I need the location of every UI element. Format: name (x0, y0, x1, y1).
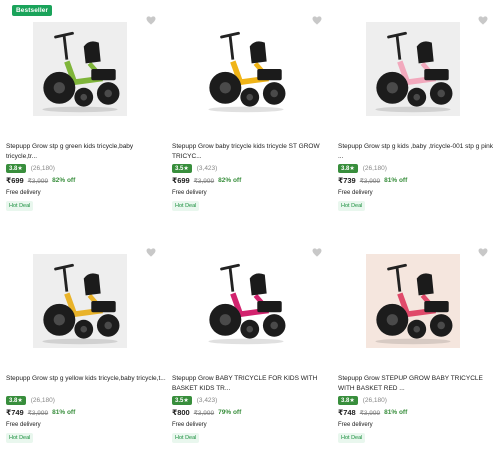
product-grid: Bestseller Stepupp Grow stp g green kids … (0, 0, 500, 448)
price-row: ₹748 ₹3,999 81% off (338, 408, 407, 417)
rating-badge: 3.8★ (6, 164, 26, 173)
discount-percent: 79% off (218, 409, 242, 416)
rating-row: 3.8★ (26,180) (6, 396, 55, 405)
bestseller-badge: Bestseller (12, 5, 53, 16)
hot-deal-tag: Hot Deal (6, 433, 34, 443)
product-title[interactable]: Stepupp Grow baby tricycle kids tricycle… (172, 142, 332, 162)
price-row: ₹800 ₹3,999 79% off (172, 408, 241, 417)
price-row: ₹749 ₹3,999 81% off (6, 408, 75, 417)
rating-row: 3.8★ (26,180) (338, 164, 387, 173)
original-price: ₹3,999 (27, 177, 49, 185)
rating-row: 3.8★ (26,180) (338, 396, 387, 405)
wishlist-heart-icon[interactable] (312, 244, 322, 257)
rating-badge: 3.8★ (338, 164, 358, 173)
original-price: ₹3,999 (359, 409, 381, 417)
rating-row: 3.8★ (26,180) (6, 164, 55, 173)
rating-row: 3.5★ (3,423) (172, 396, 217, 405)
rating-row: 3.5★ (3,423) (172, 164, 217, 173)
product-image[interactable] (33, 254, 127, 348)
rating-count: (26,180) (362, 397, 387, 404)
discount-percent: 81% off (384, 177, 408, 184)
rating-count: (3,423) (196, 165, 218, 172)
product-card[interactable]: Stepupp Grow stp g yellow kids tricycle,… (6, 232, 166, 464)
delivery-info: Free delivery (172, 422, 207, 428)
original-price: ₹3,999 (359, 177, 381, 185)
wishlist-heart-icon[interactable] (146, 12, 156, 25)
discount-percent: 81% off (384, 409, 408, 416)
product-card[interactable]: Stepupp Grow BABY TRICYCLE FOR KIDS WITH… (172, 232, 332, 464)
rating-count: (26,180) (30, 397, 55, 404)
hot-deal-tag: Hot Deal (172, 433, 200, 443)
rating-count: (26,180) (30, 165, 55, 172)
product-title[interactable]: Stepupp Grow stp g green kids tricycle,b… (6, 142, 166, 162)
selling-price: ₹739 (338, 176, 356, 185)
product-title[interactable]: Stepupp Grow stp g yellow kids tricycle,… (6, 374, 166, 394)
product-image[interactable] (366, 254, 460, 348)
rating-count: (3,423) (196, 397, 218, 404)
delivery-info: Free delivery (6, 422, 41, 428)
selling-price: ₹800 (172, 408, 190, 417)
delivery-info: Free delivery (172, 190, 207, 196)
hot-deal-tag: Hot Deal (338, 201, 366, 211)
selling-price: ₹748 (338, 408, 356, 417)
hot-deal-tag: Hot Deal (6, 201, 34, 211)
original-price: ₹3,999 (193, 409, 215, 417)
product-image[interactable] (199, 22, 293, 116)
product-image[interactable] (33, 22, 127, 116)
wishlist-heart-icon[interactable] (478, 12, 488, 25)
delivery-info: Free delivery (338, 422, 373, 428)
rating-count: (26,180) (362, 165, 387, 172)
selling-price: ₹699 (172, 176, 190, 185)
product-image[interactable] (199, 254, 293, 348)
product-card[interactable]: Stepupp Grow stp g kids ,baby ,tricycle-… (338, 0, 498, 232)
wishlist-heart-icon[interactable] (146, 244, 156, 257)
product-card[interactable]: Bestseller Stepupp Grow stp g green kids … (6, 0, 166, 232)
hot-deal-tag: Hot Deal (338, 433, 366, 443)
rating-badge: 3.8★ (338, 396, 358, 405)
product-title[interactable]: Stepupp Grow STEPUP GROW BABY TRICYCLE W… (338, 374, 498, 394)
discount-percent: 82% off (52, 177, 76, 184)
product-title[interactable]: Stepupp Grow BABY TRICYCLE FOR KIDS WITH… (172, 374, 332, 394)
rating-badge: 3.5★ (172, 164, 192, 173)
wishlist-heart-icon[interactable] (312, 12, 322, 25)
discount-percent: 81% off (52, 409, 76, 416)
rating-badge: 3.5★ (172, 396, 192, 405)
selling-price: ₹749 (6, 408, 24, 417)
discount-percent: 82% off (218, 177, 242, 184)
hot-deal-tag: Hot Deal (172, 201, 200, 211)
price-row: ₹739 ₹3,999 81% off (338, 176, 407, 185)
original-price: ₹3,999 (193, 177, 215, 185)
price-row: ₹699 ₹3,999 82% off (6, 176, 75, 185)
product-image[interactable] (366, 22, 460, 116)
product-title[interactable]: Stepupp Grow stp g kids ,baby ,tricycle-… (338, 142, 498, 162)
delivery-info: Free delivery (6, 190, 41, 196)
product-card[interactable]: Stepupp Grow baby tricycle kids tricycle… (172, 0, 332, 232)
wishlist-heart-icon[interactable] (478, 244, 488, 257)
delivery-info: Free delivery (338, 190, 373, 196)
original-price: ₹3,999 (27, 409, 49, 417)
price-row: ₹699 ₹3,999 82% off (172, 176, 241, 185)
rating-badge: 3.8★ (6, 396, 26, 405)
selling-price: ₹699 (6, 176, 24, 185)
product-card[interactable]: Stepupp Grow STEPUP GROW BABY TRICYCLE W… (338, 232, 498, 464)
